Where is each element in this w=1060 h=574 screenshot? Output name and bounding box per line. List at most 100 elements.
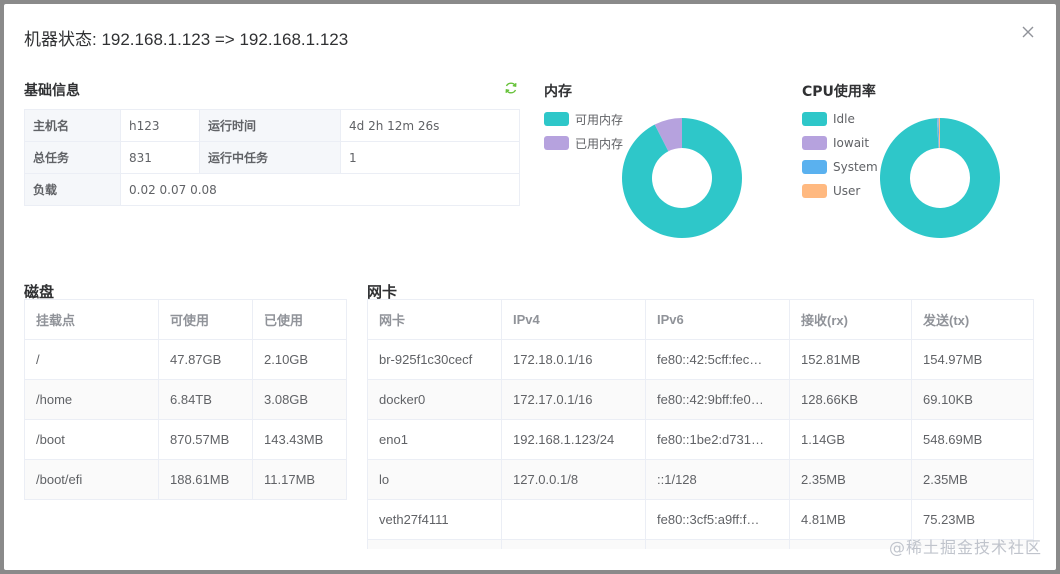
table-cell: br-925f1c30cecf: [367, 339, 502, 380]
table-cell: [501, 539, 646, 549]
table-cell: fe80::3cf5:a9ff:f…: [645, 499, 790, 540]
refresh-icon[interactable]: [504, 81, 518, 95]
table-cell: /boot/efi: [24, 459, 159, 500]
info-label: 主机名: [24, 109, 121, 142]
info-row: 主机名 h123 运行时间 4d 2h 12m 26s: [24, 109, 520, 142]
table-cell: 152.81MB: [789, 339, 912, 380]
table-cell: 11.17MB: [252, 459, 347, 500]
table-cell: 6.84TB: [158, 379, 253, 420]
legend-item[interactable]: 已用内存: [544, 131, 623, 155]
table-cell: 47.87GB: [158, 339, 253, 380]
table-cell: [501, 499, 646, 540]
info-row: 总任务 831 运行中任务 1: [24, 141, 520, 174]
column-header[interactable]: 已使用: [252, 299, 347, 340]
table-cell: fe80::42:5cff:fec…: [645, 339, 790, 380]
table-cell: 2.35MB: [911, 459, 1034, 500]
table-cell: 172.18.0.1/16: [501, 339, 646, 380]
table-cell: eno1: [367, 419, 502, 460]
column-header[interactable]: 挂载点: [24, 299, 159, 340]
table-row: br-925f1c30cecf 172.18.0.1/16 fe80::42:5…: [367, 339, 1034, 380]
table-cell: /home: [24, 379, 159, 420]
column-header[interactable]: 接收(rx): [789, 299, 912, 340]
column-header[interactable]: IPv4: [501, 299, 646, 340]
table-row: eno1 192.168.1.123/24 fe80::1be2:d731… 1…: [367, 419, 1034, 460]
legend-swatch: [802, 136, 827, 150]
table-cell: lo: [367, 459, 502, 500]
nic-table-scroll[interactable]: 网卡 IPv4 IPv6 接收(rx) 发送(tx) br-925f1c30ce…: [367, 299, 1034, 549]
disk-table: 挂载点 可使用 已使用 / 47.87GB 2.10GB /home 6.84T…: [24, 299, 347, 500]
table-cell: 548.69MB: [911, 419, 1034, 460]
legend-label: User: [833, 184, 861, 198]
table-cell: 1.14GB: [789, 419, 912, 460]
table-cell: 69.10KB: [911, 379, 1034, 420]
legend-label: Iowait: [833, 136, 870, 150]
info-label: 运行中任务: [199, 141, 341, 174]
table-cell: fe80::1be2:d731…: [645, 419, 790, 460]
legend-label: System: [833, 160, 878, 174]
legend-label: 可用内存: [575, 112, 624, 127]
memory-legend: 可用内存 已用内存: [544, 107, 623, 155]
legend-item[interactable]: System: [802, 155, 878, 179]
table-cell: 870.57MB: [158, 419, 253, 460]
table-cell: 192.168.1.123/24: [501, 419, 646, 460]
table-cell: 172.17.0.1/16: [501, 379, 646, 420]
memory-title: 内存: [544, 84, 572, 100]
dialog-title: 机器状态: 192.168.1.123 => 192.168.1.123: [24, 30, 349, 49]
legend-swatch: [802, 184, 827, 198]
column-header[interactable]: 发送(tx): [911, 299, 1034, 340]
cpu-legend: Idle Iowait System User: [802, 107, 878, 203]
info-label: 运行时间: [199, 109, 341, 142]
legend-swatch: [802, 160, 827, 174]
legend-swatch: [544, 136, 569, 150]
column-header[interactable]: 可使用: [158, 299, 253, 340]
legend-item[interactable]: 可用内存: [544, 107, 623, 131]
watermark: @稀土掘金技术社区: [888, 538, 1042, 557]
info-label: 总任务: [24, 141, 121, 174]
table-cell: veth27f4111: [367, 499, 502, 540]
table-cell: 154.97MB: [911, 339, 1034, 380]
legend-label: Idle: [833, 112, 855, 126]
table-row: / 47.87GB 2.10GB: [24, 339, 347, 380]
legend-swatch: [802, 112, 827, 126]
table-row: /boot/efi 188.61MB 11.17MB: [24, 459, 347, 500]
legend-item[interactable]: Idle: [802, 107, 878, 131]
column-header[interactable]: 网卡: [367, 299, 502, 340]
legend-item[interactable]: User: [802, 179, 878, 203]
basic-info-title: 基础信息: [24, 83, 80, 99]
table-row: /boot 870.57MB 143.43MB: [24, 419, 347, 460]
table-cell: 188.61MB: [158, 459, 253, 500]
table-cell: 3.08GB: [252, 379, 347, 420]
table-header-row: 网卡 IPv4 IPv6 接收(rx) 发送(tx): [367, 299, 1034, 340]
table-cell: 2.10GB: [252, 339, 347, 380]
table-row: docker0 172.17.0.1/16 fe80::42:9bff:fe0……: [367, 379, 1034, 420]
table-cell: [367, 539, 502, 549]
table-cell: fe80::42:9bff:fe0…: [645, 379, 790, 420]
info-row: 负载 0.02 0.07 0.08: [24, 173, 520, 206]
legend-swatch: [544, 112, 569, 126]
memory-donut-chart: [622, 118, 742, 238]
cpu-donut-chart: [880, 118, 1000, 238]
table-cell: 143.43MB: [252, 419, 347, 460]
machine-status-dialog: 机器状态: 192.168.1.123 => 192.168.1.123 基础信…: [4, 4, 1056, 570]
table-cell: /: [24, 339, 159, 380]
table-header-row: 挂载点 可使用 已使用: [24, 299, 347, 340]
table-row: lo 127.0.0.1/8 ::1/128 2.35MB 2.35MB: [367, 459, 1034, 500]
info-value: 4d 2h 12m 26s: [340, 109, 520, 142]
table-cell: ::1/128: [645, 459, 790, 500]
info-value: 0.02 0.07 0.08: [120, 173, 520, 206]
table-cell: 128.66KB: [789, 379, 912, 420]
legend-item[interactable]: Iowait: [802, 131, 878, 155]
column-header[interactable]: IPv6: [645, 299, 790, 340]
basic-info-table: 主机名 h123 运行时间 4d 2h 12m 26s 总任务 831 运行中任…: [24, 109, 520, 206]
table-cell: docker0: [367, 379, 502, 420]
table-row: /home 6.84TB 3.08GB: [24, 379, 347, 420]
table-cell: [645, 539, 790, 549]
info-label: 负载: [24, 173, 121, 206]
nic-table: 网卡 IPv4 IPv6 接收(rx) 发送(tx) br-925f1c30ce…: [367, 299, 1034, 549]
info-value: 831: [120, 141, 200, 174]
table-cell: /boot: [24, 419, 159, 460]
legend-label: 已用内存: [575, 136, 624, 151]
close-icon[interactable]: [1020, 24, 1036, 40]
table-cell: 2.35MB: [789, 459, 912, 500]
info-value: 1: [340, 141, 520, 174]
